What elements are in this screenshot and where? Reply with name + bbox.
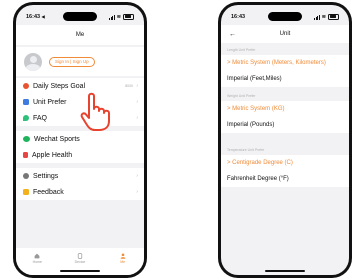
menu-item-label: Apple Health (32, 151, 73, 159)
option-length-imperial[interactable]: Imperial (Feet,Miles) (221, 71, 349, 87)
health-icon (23, 152, 28, 158)
avatar[interactable] (24, 52, 42, 71)
tab-label: Me (120, 260, 126, 264)
chevron-right-icon: › (136, 99, 138, 105)
signal-icon (109, 15, 115, 20)
phone-me: 16:43 ◀ ≋ Me Sign In | Sign Up Daily Ste… (13, 2, 147, 278)
feedback-icon (23, 189, 29, 195)
steps-icon (23, 83, 29, 89)
tab-device[interactable]: Device (65, 253, 95, 264)
battery-icon (328, 13, 339, 21)
menu-item-label: Feedback (33, 188, 64, 196)
tab-label: Home (32, 260, 42, 264)
chevron-right-icon: › (136, 115, 138, 121)
section-header-weight: Weight Unit Prefer (227, 94, 256, 98)
steps-goal-value: 8000 (125, 84, 133, 88)
user-icon (120, 253, 126, 259)
tab-label: Device (74, 260, 86, 264)
option-weight-metric[interactable]: > Metric System (KG) (221, 101, 349, 117)
dynamic-island (63, 12, 97, 21)
unit-screen: 16:43 ≋ ← Unit Length Unit Prefer > Metr… (221, 5, 349, 275)
menu-item-feedback[interactable]: Feedback › (16, 184, 144, 200)
section-header-length: Length Unit Prefer (227, 48, 256, 52)
sign-in-button[interactable]: Sign In | Sign Up (49, 56, 95, 67)
menu-item-wechat-sports[interactable]: Wechat Sports (16, 131, 144, 147)
pointing-hand-icon (80, 92, 110, 131)
menu-item-apple-health[interactable]: Apple Health (16, 147, 144, 163)
option-length-metric[interactable]: > Metric System (Meters, Kilometers) (221, 55, 349, 71)
page-title: Unit (279, 31, 291, 37)
me-screen: 16:43 ◀ ≋ Me Sign In | Sign Up Daily Ste… (16, 5, 144, 275)
tab-home[interactable]: Home (22, 253, 52, 264)
home-indicator (60, 270, 100, 272)
wifi-icon: ≋ (116, 14, 121, 20)
menu-group-settings: Settings › Feedback › (16, 168, 144, 200)
dynamic-island (268, 12, 302, 21)
menu-item-label: Wechat Sports (34, 135, 80, 143)
menu-item-label: Settings (33, 172, 59, 180)
menu-group-integrations: Wechat Sports Apple Health (16, 131, 144, 163)
signal-icon (314, 15, 320, 20)
phone-unit: 16:43 ≋ ← Unit Length Unit Prefer > Metr… (218, 2, 352, 278)
menu-item-label: FAQ (33, 114, 48, 122)
ruler-icon (23, 99, 29, 105)
location-arrow-icon: ◀ (41, 14, 45, 19)
chevron-right-icon: › (136, 189, 138, 195)
device-icon (77, 253, 83, 259)
menu-item-label: Unit Prefer (33, 98, 67, 106)
menu-item-settings[interactable]: Settings › (16, 168, 144, 184)
option-temp-centigrade[interactable]: > Centigrade Degree (C) (221, 155, 349, 171)
wechat-icon (23, 136, 30, 142)
gear-icon (23, 173, 29, 179)
battery-icon (123, 13, 134, 21)
account-card: Sign In | Sign Up (16, 47, 144, 76)
tab-me[interactable]: Me (108, 253, 138, 264)
home-indicator (265, 270, 305, 272)
option-weight-imperial[interactable]: Imperial (Pounds) (221, 117, 349, 133)
chevron-right-icon: › (136, 83, 138, 89)
menu-item-label: Daily Steps Goal (33, 82, 86, 90)
status-time: 16:43 (26, 14, 41, 20)
faq-icon (23, 115, 29, 121)
chevron-right-icon: › (136, 173, 138, 179)
option-temp-fahrenheit[interactable]: Fahrenheit Degree (°F) (221, 171, 349, 187)
wifi-icon: ≋ (321, 14, 326, 20)
back-arrow-icon[interactable]: ← (229, 31, 236, 38)
home-icon (34, 253, 40, 259)
unit-header: ← Unit (221, 25, 349, 43)
status-time: 16:43 (231, 14, 246, 20)
page-title: Me (16, 25, 144, 45)
section-header-temperature: Temperature Unit Prefer (227, 148, 265, 152)
